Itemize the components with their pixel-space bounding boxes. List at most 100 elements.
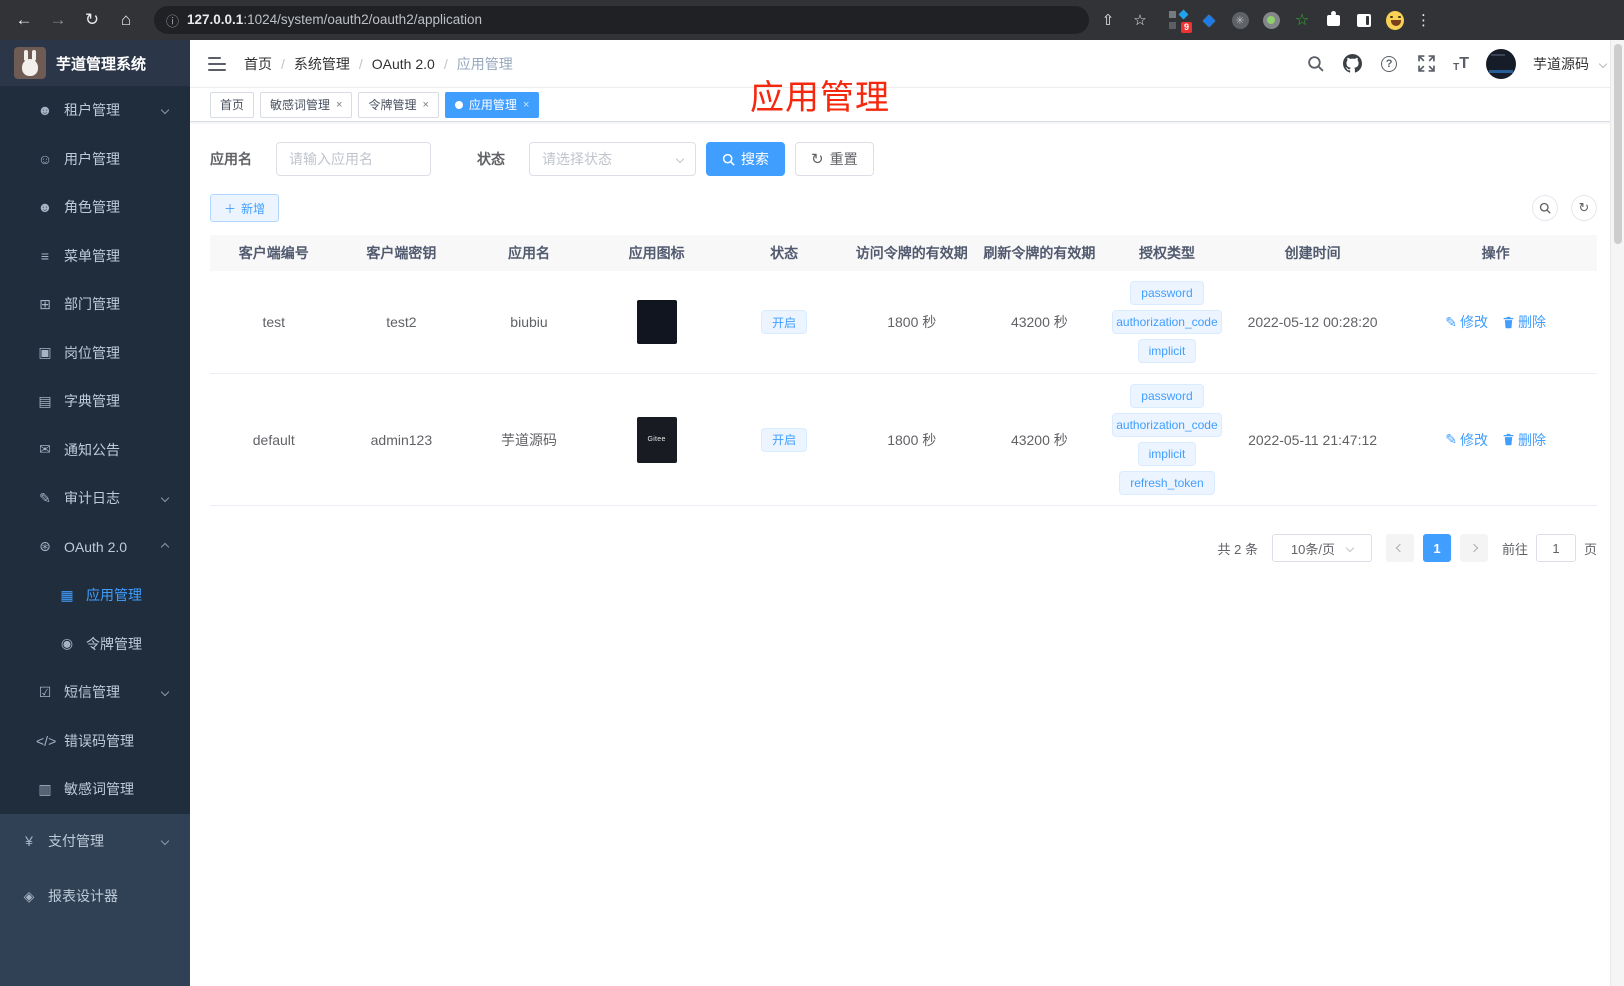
share-icon[interactable]: ⇧	[1095, 7, 1121, 33]
site-info-icon[interactable]: ⓘ	[166, 11, 179, 30]
breadcrumb-oauth[interactable]: OAuth 2.0	[372, 56, 435, 72]
cell-refresh-validity: 43200 秒	[976, 430, 1104, 450]
goto-label: 前往	[1501, 541, 1528, 557]
chevron-up-icon	[160, 542, 170, 551]
filter-form: 应用名 状态 请选择状态 搜索 ↻ 重置	[210, 142, 1597, 176]
edit-button[interactable]: ✎ 修改	[1445, 312, 1488, 332]
goto-page-input[interactable]	[1535, 534, 1576, 562]
extensions-puzzle-icon[interactable]	[1324, 10, 1342, 29]
sidebar-item-label: 用户管理	[64, 150, 120, 167]
close-tab-icon[interactable]: ×	[336, 99, 342, 111]
robot-icon: ⊛	[39, 538, 51, 555]
sidebar-item-role[interactable]: ☻ 角色管理	[0, 183, 190, 232]
tab-应用管理[interactable]: 应用管理 ×	[444, 91, 540, 118]
browser-chrome: ← → ↻ ⌂ ⓘ 127.0.0.1:1024/system/oauth2/o…	[0, 0, 1624, 40]
tab-敏感词管理[interactable]: 敏感词管理 ×	[260, 91, 353, 118]
forward-icon[interactable]: →	[44, 6, 72, 34]
address-bar[interactable]: ⓘ 127.0.0.1:1024/system/oauth2/oauth2/ap…	[154, 6, 1089, 34]
app-title: 芋道管理系统	[56, 55, 147, 73]
sidebar-item-oauth-token[interactable]: ◉ 令牌管理	[0, 620, 190, 669]
page-unit-label: 页	[1583, 541, 1597, 557]
refresh-circle-button[interactable]: ↻	[1571, 195, 1597, 221]
tab-label: 敏感词管理	[270, 98, 331, 112]
username[interactable]: 芋道源码	[1533, 54, 1589, 74]
grant-type-tag: password	[1130, 281, 1204, 305]
extension-record-circle-icon[interactable]	[1262, 11, 1280, 29]
sidebar-item-notice[interactable]: ✉ 通知公告	[0, 426, 190, 475]
help-icon[interactable]: ?	[1379, 54, 1399, 74]
sidebar-item-dept[interactable]: ⊞ 部门管理	[0, 280, 190, 329]
cell-created-time: 2022-05-12 00:28:20	[1231, 314, 1395, 330]
home-icon[interactable]: ⌂	[112, 6, 140, 34]
add-button[interactable]: ＋ 新增	[210, 194, 280, 222]
reset-button[interactable]: ↻ 重置	[795, 142, 874, 176]
delete-button[interactable]: 删除	[1502, 430, 1546, 450]
back-icon[interactable]: ←	[10, 6, 38, 34]
sidebar-item-post[interactable]: ▣ 岗位管理	[0, 329, 190, 378]
chevron-down-icon	[1345, 543, 1355, 553]
delete-button[interactable]: 删除	[1502, 312, 1546, 332]
sidebar-item-dict[interactable]: ▤ 字典管理	[0, 377, 190, 426]
sidebar-item-oauth-application[interactable]: ▦ 应用管理	[0, 571, 190, 620]
extension-dark-circle-icon[interactable]: ✳	[1231, 11, 1249, 29]
sidebar-item-sensitive[interactable]: ▥ 敏感词管理	[0, 765, 190, 814]
prev-page-button[interactable]	[1385, 534, 1414, 562]
pencil-icon: ✎	[1445, 313, 1458, 330]
sidebar-item-pay[interactable]: ¥ 支付管理	[0, 814, 190, 869]
extension-green-star-icon[interactable]: ☆	[1293, 11, 1311, 29]
reload-icon[interactable]: ↻	[78, 6, 106, 34]
toggle-search-circle-button[interactable]	[1532, 195, 1558, 221]
url-host: 127.0.0.1	[187, 12, 244, 27]
grant-type-tag: password	[1130, 384, 1204, 408]
extension-gem-icon[interactable]: ◆	[1200, 11, 1218, 29]
refresh-validity-value: 43200 秒	[1010, 431, 1068, 448]
breadcrumb-home[interactable]: 首页	[244, 54, 272, 74]
search-icon[interactable]	[1305, 54, 1325, 74]
status-select[interactable]: 请选择状态	[529, 142, 696, 176]
search-button[interactable]: 搜索	[706, 142, 785, 176]
app-name-input[interactable]	[276, 142, 431, 176]
github-icon[interactable]	[1342, 54, 1362, 74]
sidebar-item-report[interactable]: ◈ 报表设计器	[0, 869, 190, 924]
page-scrollbar[interactable]	[1610, 40, 1624, 986]
user-menu-caret-icon[interactable]	[1598, 59, 1608, 68]
close-tab-icon[interactable]: ×	[422, 99, 428, 111]
bookmark-star-icon[interactable]: ☆	[1127, 7, 1153, 33]
tab-令牌管理[interactable]: 令牌管理 ×	[358, 91, 439, 118]
created-time-value: 2022-05-12 00:28:20	[1247, 314, 1378, 330]
sidebar-item-oauth[interactable]: ⊛ OAuth 2.0	[0, 523, 190, 572]
status-select-placeholder: 请选择状态	[542, 151, 612, 167]
user-icon: ☺	[37, 150, 53, 167]
grant-type-tag: implicit	[1137, 339, 1197, 363]
cell-app-icon: Gitee	[593, 416, 721, 463]
collapse-sidebar-icon[interactable]	[208, 56, 226, 71]
extension-grid-icon[interactable]: 9	[1169, 9, 1192, 33]
tab-label: 首页	[220, 98, 245, 112]
fullscreen-icon[interactable]	[1416, 54, 1436, 74]
font-size-icon[interactable]: TT	[1453, 55, 1469, 73]
breadcrumb-system[interactable]: 系统管理	[294, 54, 350, 74]
breadcrumb-current: 应用管理	[456, 55, 513, 72]
column-header: 创建时间	[1284, 245, 1341, 261]
side-panel-icon[interactable]	[1355, 11, 1373, 29]
next-page-button[interactable]	[1459, 534, 1488, 562]
close-tab-icon[interactable]: ×	[523, 99, 529, 111]
browser-menu-icon[interactable]: ⋮	[1416, 11, 1432, 29]
sidebar-item-user[interactable]: ☺ 用户管理	[0, 135, 190, 184]
user-avatar[interactable]	[1486, 48, 1516, 79]
open-book-icon: ▥	[38, 780, 52, 797]
sidebar-item-errcode[interactable]: </> 错误码管理	[0, 717, 190, 766]
edit-button[interactable]: ✎ 修改	[1445, 430, 1488, 450]
scrollbar-thumb[interactable]	[1614, 44, 1622, 244]
current-page[interactable]: 1	[1422, 534, 1451, 562]
status-badge: 开启	[761, 310, 808, 334]
sidebar-item-sms[interactable]: ☑ 短信管理	[0, 668, 190, 717]
sidebar-item-audit[interactable]: ✎ 审计日志	[0, 474, 190, 523]
sidebar-item-tenant[interactable]: ☻ 租户管理	[0, 86, 190, 135]
tab-首页[interactable]: 首页	[210, 91, 255, 118]
profile-avatar-icon[interactable]	[1386, 10, 1404, 30]
app-logo-bar[interactable]: 芋道管理系统	[0, 40, 190, 86]
sidebar-item-menu[interactable]: ≡ 菜单管理	[0, 232, 190, 281]
cell-app-name: biubiu	[465, 314, 593, 330]
page-size-select[interactable]: 10条/页	[1271, 534, 1372, 562]
